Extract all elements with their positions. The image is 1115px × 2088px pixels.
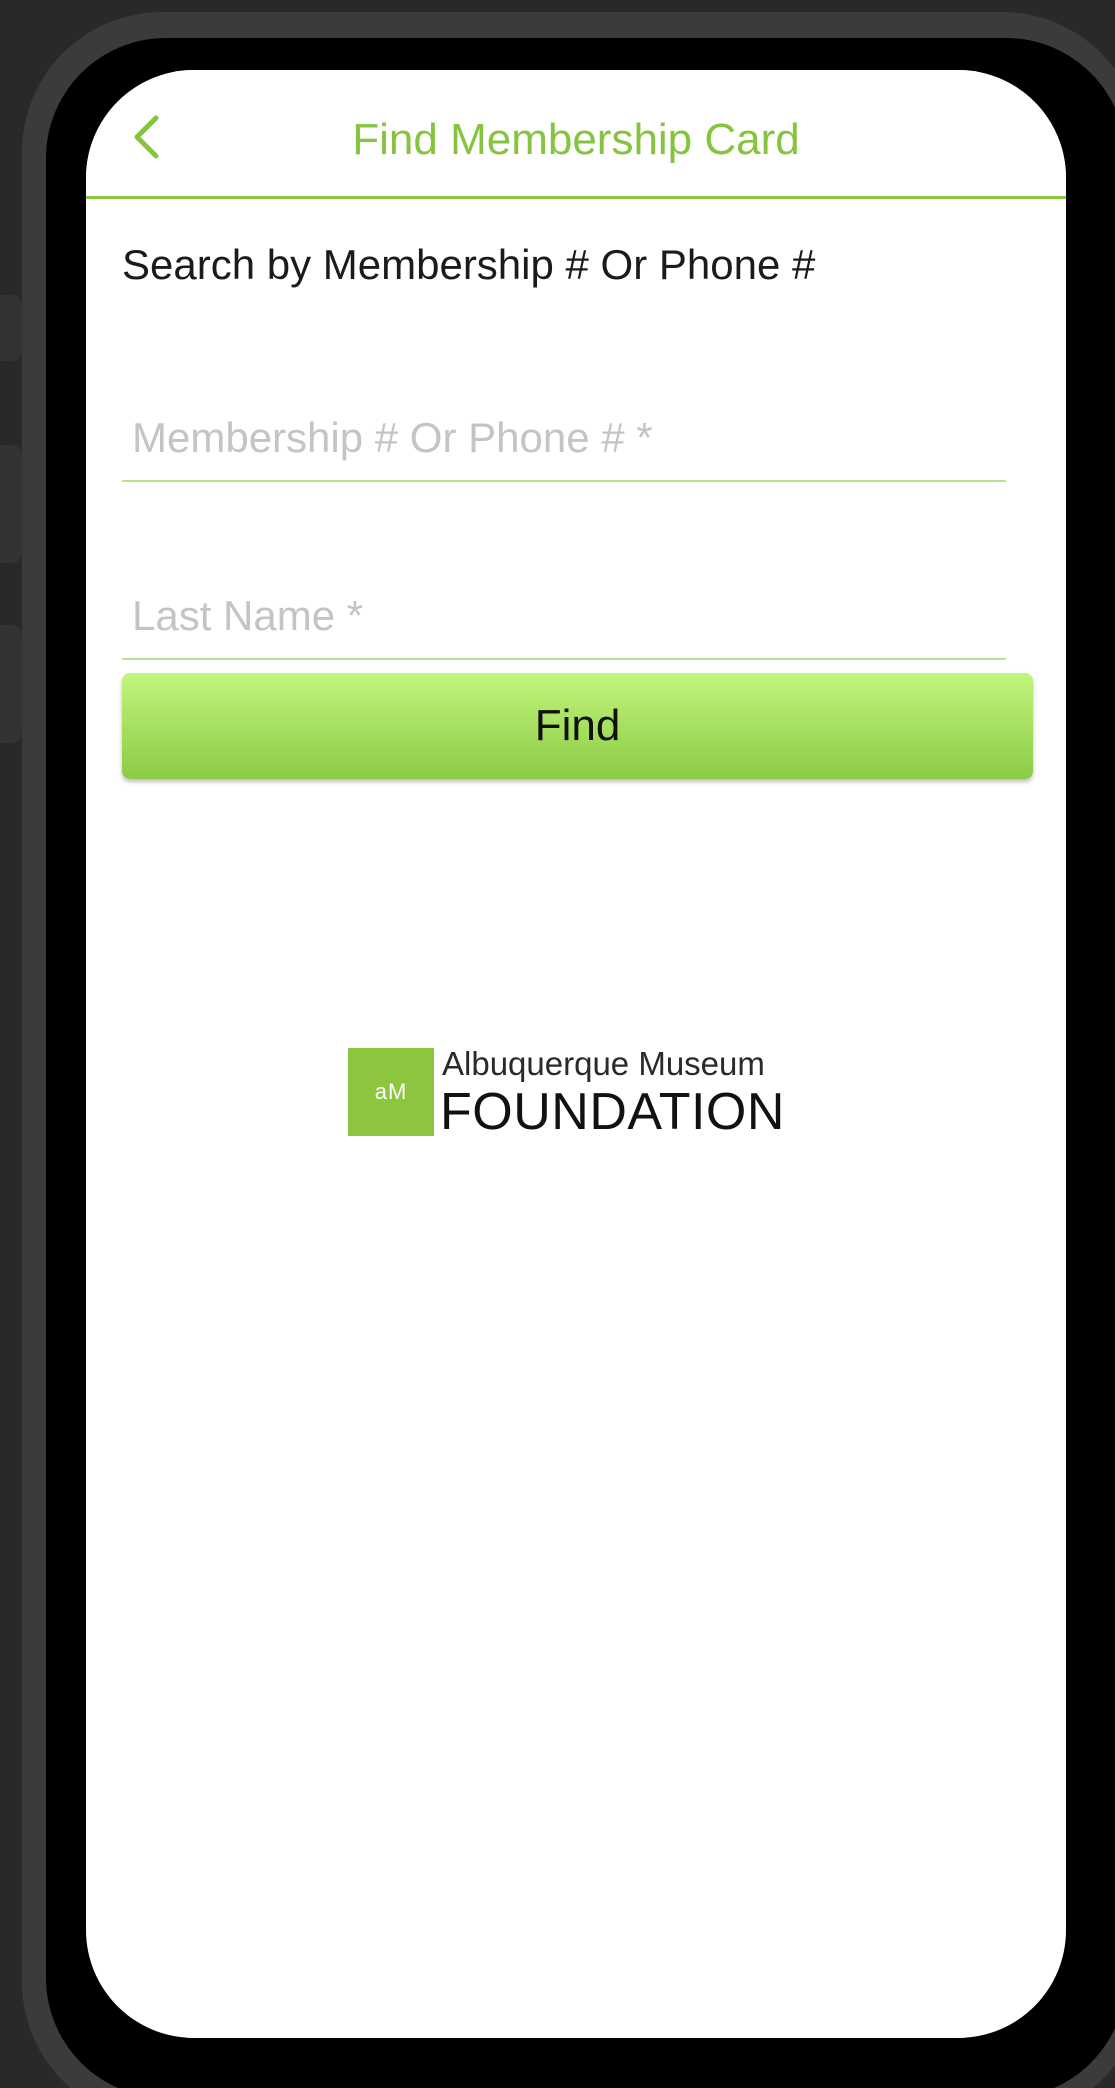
- logo-mark: aM: [348, 1048, 434, 1136]
- app-screen: Find Membership Card Search by Membershi…: [86, 70, 1066, 2038]
- last-name-input[interactable]: [122, 574, 1006, 658]
- membership-input[interactable]: [122, 396, 1006, 480]
- search-instructions-label: Search by Membership # Or Phone #: [122, 241, 816, 288]
- logo-name-line: Albuquerque Museum: [442, 1045, 765, 1082]
- app-header: Find Membership Card: [86, 70, 1066, 199]
- membership-field: [122, 396, 1006, 482]
- foundation-logo: aM Albuquerque Museum FOUNDATION: [348, 1045, 808, 1141]
- device-side-button: [0, 295, 22, 361]
- device-volume-down-button: [0, 625, 22, 743]
- device-volume-up-button: [0, 445, 22, 563]
- last-name-field: [122, 574, 1006, 660]
- find-button[interactable]: Find: [122, 673, 1033, 779]
- device-stage: Find Membership Card Search by Membershi…: [0, 0, 1115, 2088]
- page-title: Find Membership Card: [352, 115, 800, 164]
- logo-foundation-line: FOUNDATION: [440, 1083, 785, 1141]
- logo-mark-text: aM: [374, 1079, 408, 1104]
